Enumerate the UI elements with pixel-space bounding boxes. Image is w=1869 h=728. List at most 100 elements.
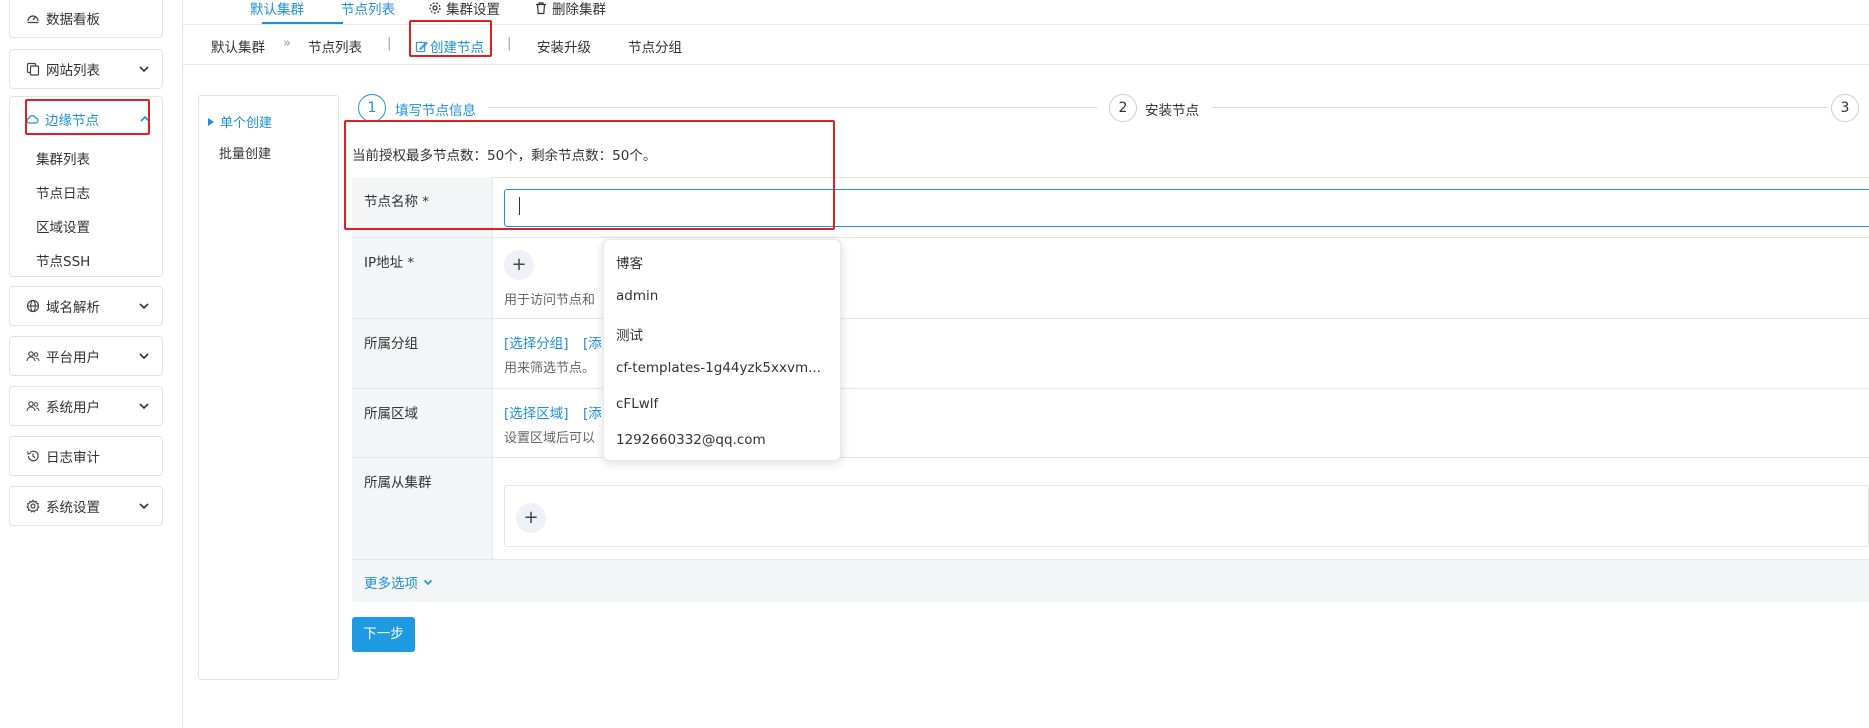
chevron-down-icon (138, 500, 150, 512)
autocomplete-option[interactable]: admin (616, 288, 658, 304)
region-hint: 设置区域后可以 (504, 431, 596, 446)
users-icon (26, 349, 40, 363)
trash-icon (534, 1, 548, 15)
sidebar-subitem-node-ssh[interactable]: 节点SSH (36, 250, 90, 270)
subnav-create-node[interactable]: 创建节点 (415, 36, 484, 56)
chevron-down-icon (138, 400, 150, 412)
sidebar-item-dns[interactable]: 域名解析 (9, 286, 163, 326)
sidebar-subitem-regions[interactable]: 区域设置 (36, 216, 90, 236)
separator: | (387, 36, 392, 51)
sidebar-item-label: 网站列表 (46, 63, 100, 79)
step-1-label: 填写节点信息 (395, 103, 476, 119)
sub-cluster-label: 所属从集群 (364, 475, 432, 491)
breadcrumb-arrow: » (283, 36, 291, 51)
add-sub-cluster-button[interactable]: + (516, 503, 546, 533)
tab-bar-border (183, 24, 1869, 25)
tab-label: 集群设置 (446, 2, 500, 18)
separator: | (507, 36, 512, 51)
mode-label: 单个创建 (220, 116, 273, 131)
sidebar-subitem-node-logs[interactable]: 节点日志 (36, 182, 90, 202)
step-connector (1212, 107, 1827, 108)
ip-address-label: IP地址 * (364, 255, 415, 271)
sidebar-item-platform-users[interactable]: 平台用户 (9, 336, 163, 376)
mode-batch-create[interactable]: 批量创建 (219, 143, 271, 162)
chevron-down-icon (423, 577, 433, 587)
create-mode-panel (198, 95, 339, 680)
edit-icon (415, 40, 428, 53)
subnav-install-upgrade[interactable]: 安装升级 (537, 36, 591, 56)
quota-notice: 当前授权最多节点数：50个，剩余节点数：50个。 (352, 148, 657, 164)
row-divider (352, 318, 1869, 319)
text-cursor (519, 197, 520, 215)
autocomplete-option[interactable]: 1292660332@qq.com (616, 432, 766, 448)
sidebar-item-label: 数据看板 (46, 12, 100, 28)
select-group-link[interactable]: [选择分组] (504, 332, 569, 352)
tab-cluster-settings[interactable]: 集群设置 (428, 0, 500, 18)
chevron-down-icon (138, 350, 150, 362)
next-step-button[interactable]: 下一步 (352, 617, 415, 652)
copy-icon (26, 62, 40, 76)
step-3-circle: 3 (1831, 94, 1859, 122)
sidebar-item-websites[interactable]: 网站列表 (9, 49, 163, 89)
subnav-node-groups[interactable]: 节点分组 (628, 36, 682, 56)
node-name-label: 节点名称 * (364, 194, 430, 210)
ip-hint: 用于访问节点和 (504, 293, 596, 308)
autocomplete-option[interactable]: 测试 (616, 324, 643, 344)
autocomplete-option[interactable]: cf-templates-1g44yzk5xxvm... (616, 360, 821, 376)
sidebar-item-system-users[interactable]: 系统用户 (9, 386, 163, 426)
sidebar-item-label: 系统设置 (46, 500, 100, 516)
gear-icon (26, 499, 40, 513)
region-label: 所属区域 (364, 406, 418, 422)
select-region-link[interactable]: [选择区域] (504, 402, 569, 422)
tab-default-cluster[interactable]: 默认集群 (250, 0, 304, 18)
more-options-row (352, 560, 1869, 602)
caret-right-icon (207, 117, 215, 126)
more-options-label: 更多选项 (364, 576, 418, 592)
subnav-border (183, 64, 1869, 65)
autocomplete-dropdown: 博客 admin 测试 cf-templates-1g44yzk5xxvm...… (603, 239, 841, 461)
tab-delete-cluster[interactable]: 删除集群 (534, 0, 606, 18)
sidebar-item-label: 系统用户 (46, 400, 100, 416)
autocomplete-option[interactable]: cFLwlf (616, 396, 658, 412)
tab-label: 删除集群 (552, 2, 606, 18)
row-divider (352, 237, 1869, 238)
autocomplete-option[interactable]: 博客 (616, 252, 643, 272)
sidebar-item-label: 边缘节点 (45, 113, 99, 129)
sidebar-item-dashboard[interactable]: 数据看板 (9, 0, 163, 38)
sidebar-item-settings[interactable]: 系统设置 (9, 486, 163, 526)
step-connector (488, 107, 1098, 108)
sidebar-item-audit-log[interactable]: 日志审计 (9, 436, 163, 476)
step-2-circle: 2 (1109, 94, 1137, 122)
globe-icon (26, 299, 40, 313)
sidebar-item-edge-nodes[interactable]: 边缘节点 (9, 99, 163, 139)
node-name-input[interactable] (504, 189, 1869, 227)
more-options-toggle[interactable]: 更多选项 (364, 572, 433, 592)
chevron-up-icon (139, 113, 151, 125)
subnav-cluster[interactable]: 默认集群 (211, 36, 265, 56)
gear-icon (428, 1, 442, 15)
add-region-link[interactable]: [添 (583, 402, 602, 422)
tab-node-list[interactable]: 节点列表 (341, 0, 395, 18)
group-label: 所属分组 (364, 336, 418, 352)
group-hint: 用来筛选节点。 (504, 361, 596, 376)
add-group-link[interactable]: [添 (583, 332, 602, 352)
row-divider (352, 388, 1869, 389)
sidebar-subitem-cluster-list[interactable]: 集群列表 (36, 148, 90, 168)
step-2-label: 安装节点 (1145, 103, 1199, 119)
mode-single-create[interactable]: 单个创建 (207, 112, 272, 131)
chevron-down-icon (138, 63, 150, 75)
users-icon (26, 399, 40, 413)
step-1-circle: 1 (358, 94, 386, 122)
sidebar-item-label: 日志审计 (46, 450, 100, 466)
add-ip-button[interactable]: + (504, 250, 534, 280)
dashboard-icon (26, 11, 40, 25)
sub-cluster-box (504, 485, 1869, 547)
cloud-icon (25, 112, 39, 126)
history-icon (26, 449, 40, 463)
form-label-column (352, 177, 493, 560)
subnav-label: 创建节点 (430, 40, 484, 56)
row-divider (352, 457, 1869, 458)
sidebar-item-label: 域名解析 (46, 300, 100, 316)
active-tab-indicator (262, 22, 343, 24)
subnav-node-list[interactable]: 节点列表 (308, 36, 362, 56)
